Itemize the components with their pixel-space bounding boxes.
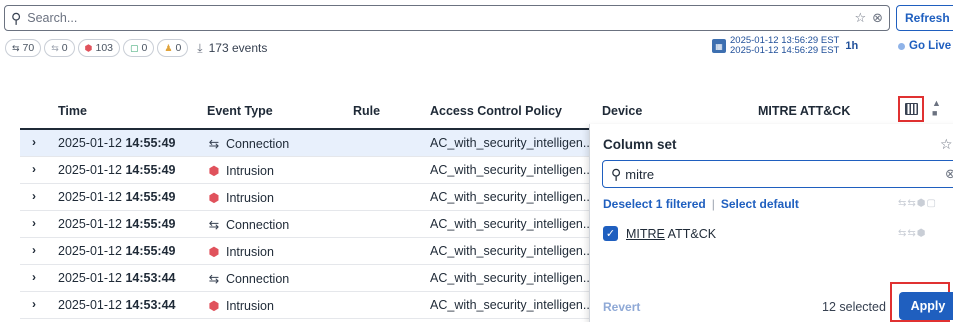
- cell-time: 2025-01-12 14:55:49: [58, 190, 176, 204]
- cell-policy: AC_with_security_intelligen..: [430, 298, 590, 312]
- cell-policy: AC_with_security_intelligen..: [430, 190, 590, 204]
- expand-chevron-icon[interactable]: ›: [32, 270, 36, 284]
- range-duration: 1h: [845, 40, 859, 52]
- malware-icon: ♟: [164, 42, 173, 53]
- deselect-filtered-link[interactable]: Deselect 1 filtered: [603, 197, 706, 211]
- intrusion-icon: ⬢: [84, 42, 93, 53]
- chip-connection[interactable]: ⇆ 70: [5, 39, 42, 57]
- refresh-button[interactable]: Refresh: [896, 5, 953, 31]
- search-icon: ⚲: [611, 165, 622, 182]
- event-count: ⤓ 173 events: [197, 41, 267, 56]
- cell-policy: AC_with_security_intelligen..: [430, 217, 590, 231]
- columns-icon: [904, 103, 918, 115]
- chip-intrusion[interactable]: ⬢ 103: [77, 39, 121, 57]
- apply-button[interactable]: Apply: [899, 292, 953, 320]
- calendar-icon: ▦: [712, 39, 726, 53]
- header-device[interactable]: Device: [602, 104, 642, 118]
- column-set-button[interactable]: [898, 96, 924, 122]
- column-set-popup: Column set ☆ ⚲ mitre ⊗ Deselect 1 filter…: [589, 124, 953, 322]
- expand-chevron-icon[interactable]: ›: [32, 243, 36, 257]
- expand-chevron-icon[interactable]: ›: [32, 189, 36, 203]
- cell-event-type: ⇆ Connection: [208, 137, 290, 151]
- header-mitre[interactable]: MITRE ATT&CK: [758, 104, 850, 118]
- header-event-type[interactable]: Event Type: [207, 104, 273, 118]
- time-range-picker[interactable]: ▦ 2025-01-12 13:56:29 EST 2025-01-12 14:…: [712, 36, 858, 56]
- intrusion-icon: ⬢: [208, 164, 220, 178]
- chip-count: 0: [61, 42, 68, 54]
- event-count-label: 173 events: [208, 41, 268, 55]
- connection-icon: ⇆: [12, 42, 20, 53]
- cell-event-type: ⇆ Connection: [208, 272, 290, 286]
- cell-policy: AC_with_security_intelligen..: [430, 136, 590, 150]
- chip-count: 70: [22, 42, 35, 54]
- event-type-icons: ⇆⇆⬢▢: [898, 198, 937, 209]
- document-icon: ▢: [130, 42, 139, 53]
- selection-links: Deselect 1 filtered | Select default: [603, 197, 799, 211]
- chip-document[interactable]: ▢ 0: [123, 39, 155, 57]
- popup-title: Column set: [603, 137, 677, 152]
- expand-chevron-icon[interactable]: ›: [32, 135, 36, 149]
- column-search-input[interactable]: ⚲ mitre ⊗: [602, 160, 953, 188]
- search-input[interactable]: Search...: [27, 11, 848, 25]
- cell-time: 2025-01-12 14:55:49: [58, 244, 176, 258]
- cell-event-type: ⬢ Intrusion: [208, 191, 274, 205]
- intrusion-icon: ⬢: [208, 191, 220, 205]
- cell-time: 2025-01-12 14:55:49: [58, 136, 176, 150]
- intrusion-icon: ⬢: [208, 245, 220, 259]
- column-option-mitre[interactable]: ✓ MITRE ATT&CK: [603, 226, 716, 241]
- chip-malware[interactable]: ♟ 0: [157, 39, 189, 57]
- expand-chevron-icon[interactable]: ›: [32, 162, 36, 176]
- download-icon[interactable]: ⤓: [197, 41, 202, 56]
- connection-icon: ⇆: [208, 272, 220, 286]
- expand-chevron-icon[interactable]: ›: [32, 297, 36, 311]
- column-search-value: mitre: [625, 166, 655, 182]
- cell-time: 2025-01-12 14:53:44: [58, 271, 176, 285]
- select-default-link[interactable]: Select default: [721, 197, 799, 211]
- cell-event-type: ⬢ Intrusion: [208, 299, 274, 313]
- header-time[interactable]: Time: [58, 104, 87, 118]
- cell-event-type: ⬢ Intrusion: [208, 164, 274, 178]
- checkbox-checked-icon[interactable]: ✓: [603, 226, 618, 241]
- go-live-button[interactable]: Go Live: [898, 40, 951, 52]
- expand-chevron-icon[interactable]: ›: [32, 216, 36, 230]
- connection-icon: ⇆: [208, 218, 220, 232]
- event-type-icons: ⇆⇆⬢: [898, 228, 927, 239]
- cell-time: 2025-01-12 14:53:44: [58, 298, 176, 312]
- search-icon: ⚲: [11, 9, 22, 26]
- header-access-control-policy[interactable]: Access Control Policy: [430, 104, 562, 118]
- intrusion-icon: ⬢: [208, 299, 220, 313]
- clear-icon[interactable]: ⊗: [945, 166, 953, 182]
- chip-count: 0: [175, 42, 182, 54]
- selected-count: 12 selected: [822, 300, 886, 314]
- revert-button[interactable]: Revert: [603, 300, 640, 314]
- cell-policy: AC_with_security_intelligen..: [430, 244, 590, 258]
- event-filter-chips: ⇆ 70 ⇆ 0 ⬢ 103 ▢ 0 ♟ 0 ⤓ 173 events: [5, 39, 267, 57]
- cell-policy: AC_with_security_intelligen..: [430, 271, 590, 285]
- clear-icon[interactable]: ⊗: [872, 10, 883, 26]
- go-live-label: Go Live: [909, 40, 952, 52]
- cell-policy: AC_with_security_intelligen..: [430, 163, 590, 177]
- cell-time: 2025-01-12 14:55:49: [58, 217, 176, 231]
- search-bar[interactable]: ⚲ Search... ☆ ⊗: [4, 5, 890, 31]
- header-rule[interactable]: Rule: [353, 104, 380, 118]
- file-transfer-icon: ⇆: [51, 42, 59, 53]
- star-icon[interactable]: ☆: [940, 136, 953, 153]
- star-icon[interactable]: ☆: [854, 10, 866, 26]
- range-end: 2025-01-12 14:56:29 EST: [730, 45, 840, 56]
- connection-icon: ⇆: [208, 137, 220, 151]
- column-option-label: MITRE ATT&CK: [626, 226, 717, 241]
- cell-event-type: ⬢ Intrusion: [208, 245, 274, 259]
- chip-count: 103: [95, 42, 114, 54]
- live-dot-icon: [898, 42, 905, 50]
- scroll-arrows-icon[interactable]: ▲ ■: [932, 98, 941, 118]
- link-separator: |: [711, 197, 715, 211]
- chip-count: 0: [141, 42, 148, 54]
- cell-event-type: ⇆ Connection: [208, 218, 290, 232]
- cell-time: 2025-01-12 14:55:49: [58, 163, 176, 177]
- chip-file[interactable]: ⇆ 0: [44, 39, 75, 57]
